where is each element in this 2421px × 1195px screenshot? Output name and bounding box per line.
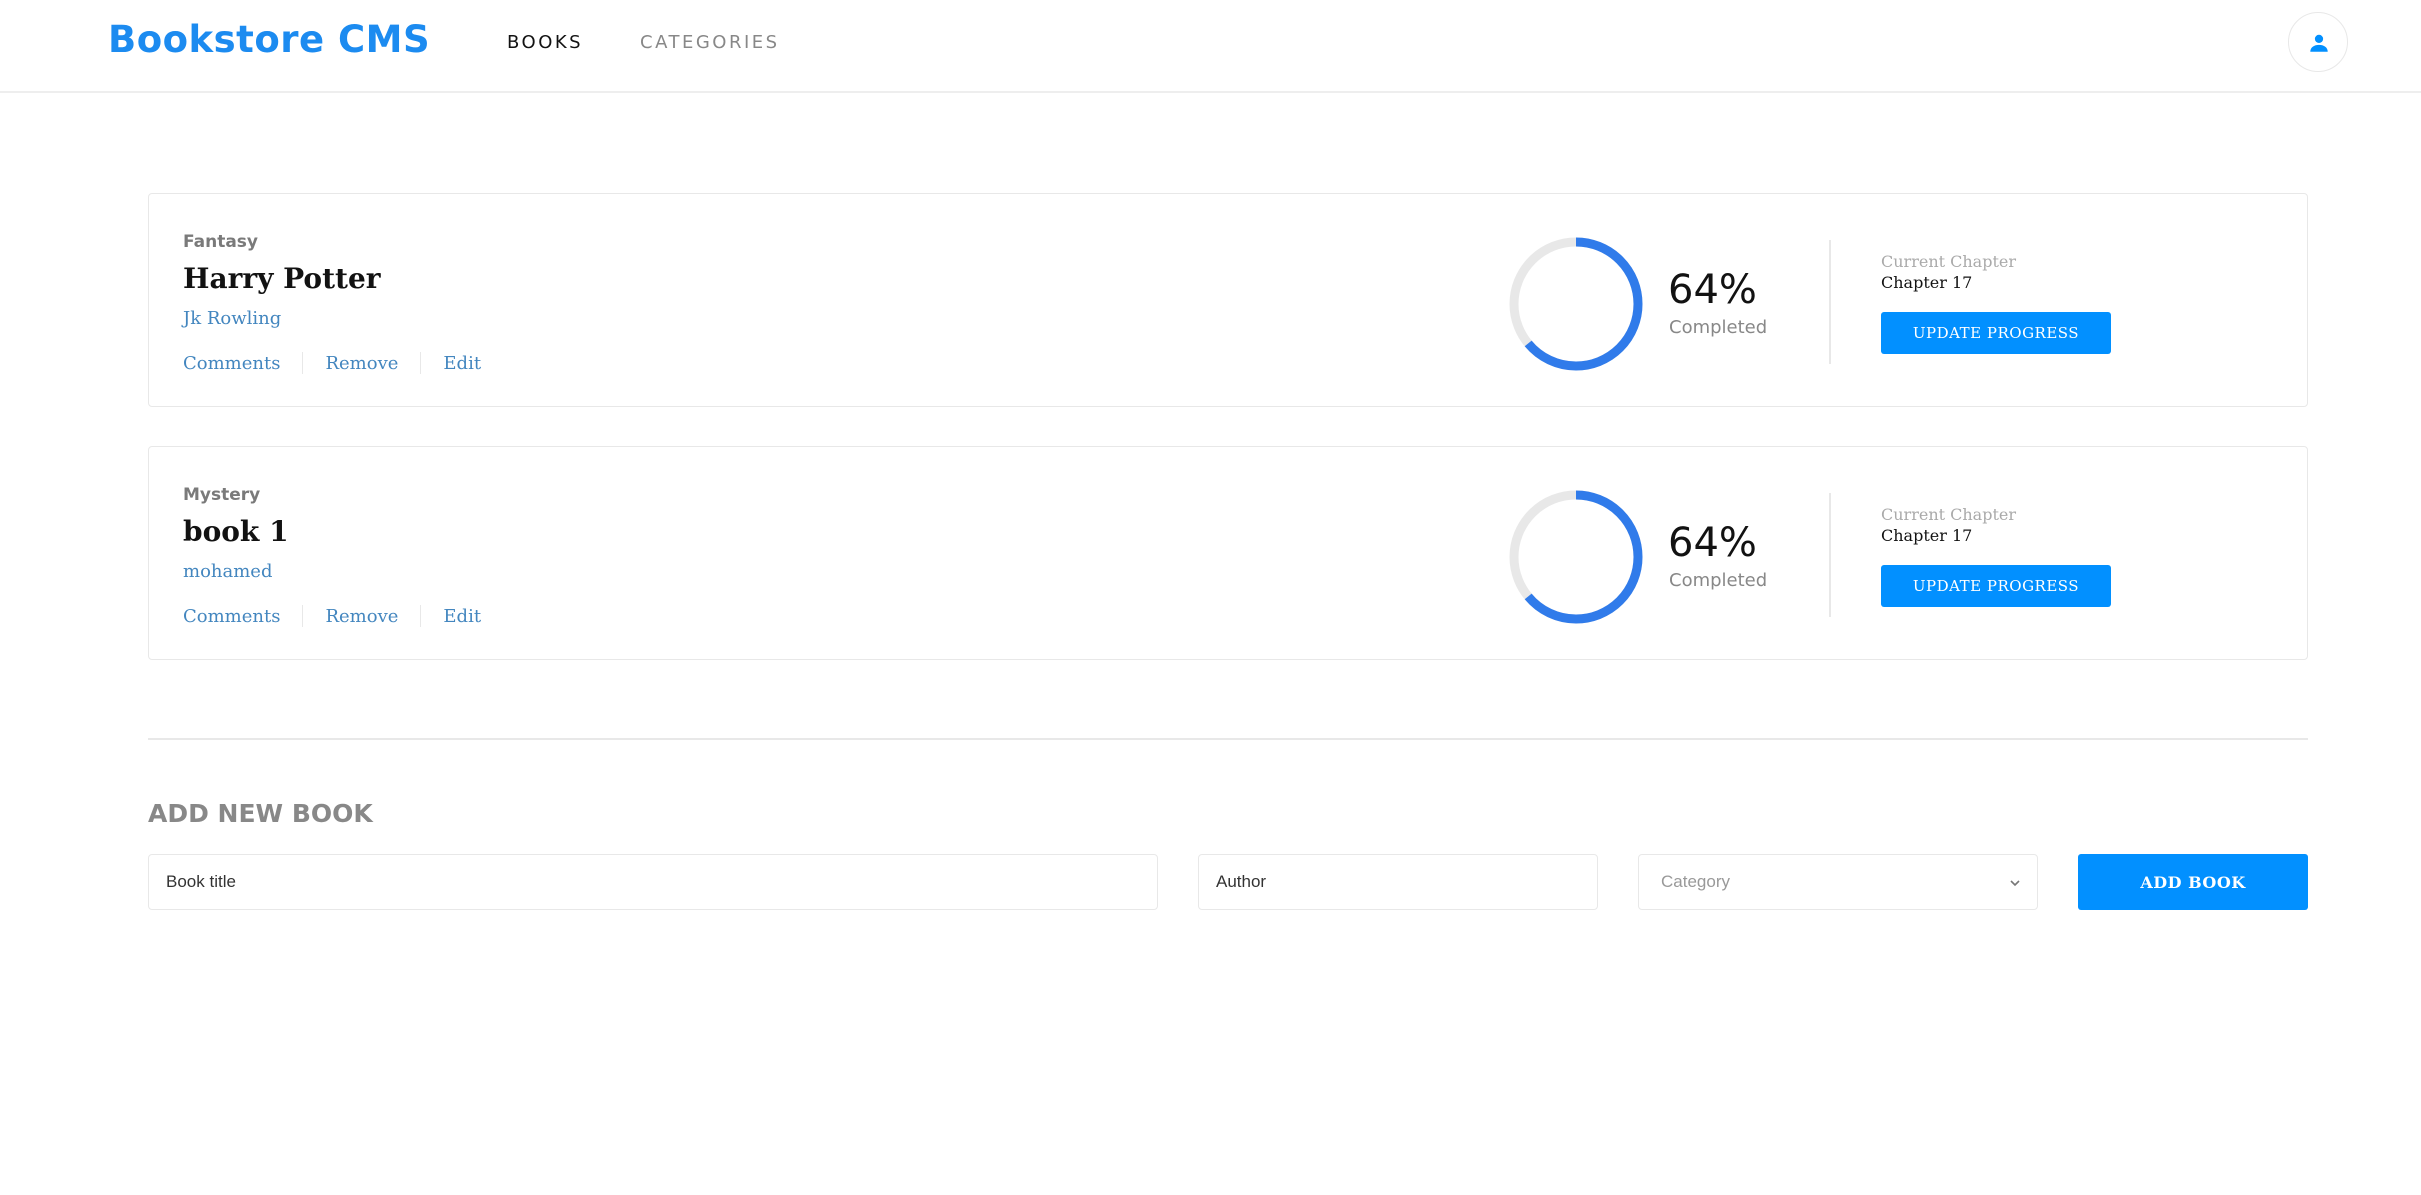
update-progress-button[interactable]: UPDATE PROGRESS bbox=[1881, 312, 2111, 354]
book-title-input[interactable]: Book title bbox=[148, 854, 1158, 910]
author-input[interactable]: Author bbox=[1198, 854, 1598, 910]
book-title: book 1 bbox=[183, 515, 289, 548]
section-divider bbox=[148, 738, 2308, 740]
book-title: Harry Potter bbox=[183, 262, 381, 295]
completed-label: Completed bbox=[1669, 317, 1768, 338]
action-separator bbox=[302, 605, 304, 627]
comments-button[interactable]: Comments bbox=[183, 606, 280, 627]
header: Bookstore CMS BOOKS CATEGORIES bbox=[0, 0, 2421, 93]
app-logo[interactable]: Bookstore CMS bbox=[108, 18, 430, 61]
nav-books[interactable]: BOOKS bbox=[507, 32, 583, 53]
chevron-down-icon bbox=[2010, 880, 2020, 887]
action-separator bbox=[420, 605, 422, 627]
nav-categories[interactable]: CATEGORIES bbox=[640, 32, 780, 53]
book-author[interactable]: mohamed bbox=[183, 561, 272, 582]
edit-button[interactable]: Edit bbox=[443, 353, 481, 374]
book-genre: Mystery bbox=[183, 485, 261, 505]
action-separator bbox=[302, 352, 304, 374]
progress-percent: 64% bbox=[1668, 520, 1757, 566]
book-actions: Comments Remove Edit bbox=[183, 352, 481, 374]
update-progress-button[interactable]: UPDATE PROGRESS bbox=[1881, 565, 2111, 607]
book-genre: Fantasy bbox=[183, 232, 258, 252]
current-chapter-label: Current Chapter bbox=[1881, 252, 2017, 271]
action-separator bbox=[420, 352, 422, 374]
category-select[interactable]: Category bbox=[1638, 854, 2038, 910]
current-chapter-label: Current Chapter bbox=[1881, 505, 2017, 524]
book-actions: Comments Remove Edit bbox=[183, 605, 481, 627]
completed-label: Completed bbox=[1669, 570, 1768, 591]
comments-button[interactable]: Comments bbox=[183, 353, 280, 374]
add-book-heading: ADD NEW BOOK bbox=[148, 799, 373, 828]
card-divider bbox=[1829, 493, 1831, 617]
edit-button[interactable]: Edit bbox=[443, 606, 481, 627]
progress-percent: 64% bbox=[1668, 267, 1757, 313]
book-author[interactable]: Jk Rowling bbox=[183, 308, 281, 329]
book-card: Mystery book 1 mohamed Comments Remove E… bbox=[148, 446, 2308, 660]
progress-ring bbox=[1509, 237, 1643, 371]
book-card: Fantasy Harry Potter Jk Rowling Comments… bbox=[148, 193, 2308, 407]
progress-ring bbox=[1509, 490, 1643, 624]
current-chapter-value: Chapter 17 bbox=[1881, 526, 1973, 545]
category-select-value: Category bbox=[1661, 872, 1730, 891]
remove-button[interactable]: Remove bbox=[325, 353, 398, 374]
card-divider bbox=[1829, 240, 1831, 364]
user-icon bbox=[2310, 34, 2328, 52]
remove-button[interactable]: Remove bbox=[325, 606, 398, 627]
user-button[interactable] bbox=[2288, 12, 2348, 72]
current-chapter-value: Chapter 17 bbox=[1881, 273, 1973, 292]
add-book-button[interactable]: ADD BOOK bbox=[2078, 854, 2308, 910]
